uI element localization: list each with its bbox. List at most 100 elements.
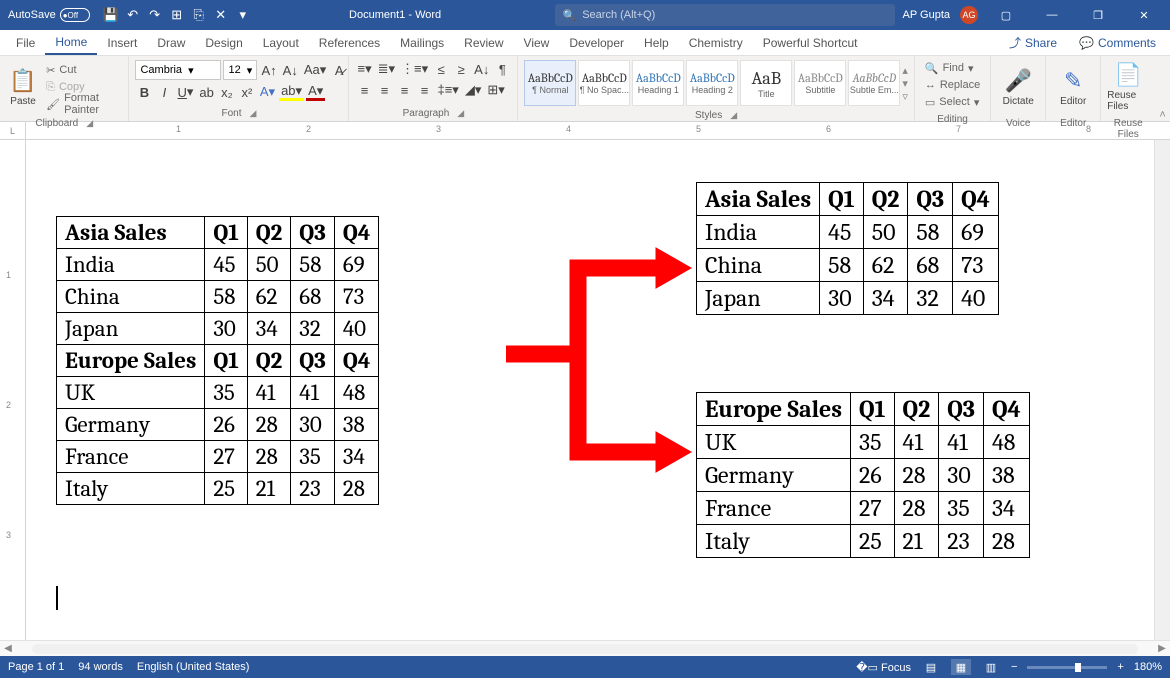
style-heading1[interactable]: AaBbCcDHeading 1 (632, 60, 684, 106)
maximize-icon[interactable]: ❐ (1080, 0, 1116, 30)
style-heading2[interactable]: AaBbCcDHeading 2 (686, 60, 738, 106)
ruler-horizontal[interactable]: 1 2 3 4 5 6 7 8 (26, 122, 1170, 139)
europe-header[interactable]: Europe Sales (57, 345, 205, 377)
language-indicator[interactable]: English (United States) (137, 661, 250, 673)
share-button[interactable]: ⤴Share (1001, 34, 1065, 51)
tab-mailings[interactable]: Mailings (390, 30, 454, 55)
style-normal[interactable]: AaBbCcD¶ Normal (524, 60, 576, 106)
tab-review[interactable]: Review (454, 30, 513, 55)
ruler-vertical[interactable]: 1 2 3 (0, 140, 26, 640)
style-subtitle[interactable]: AaBbCcDSubtitle (794, 60, 846, 106)
zoom-slider[interactable] (1027, 666, 1107, 669)
paragraph-launcher-icon[interactable]: ◢ (457, 108, 464, 119)
paste-button[interactable]: 📋Paste (6, 60, 40, 114)
reuse-button[interactable]: 📄Reuse Files (1107, 60, 1149, 114)
web-layout-icon[interactable]: ▥ (981, 659, 1001, 675)
font-name-select[interactable]: Cambria▾ (135, 60, 221, 80)
europe-sales-table[interactable]: Europe SalesQ1Q2Q3Q4 UK35414148 Germany2… (696, 392, 1030, 558)
zoom-out-icon[interactable]: − (1011, 661, 1017, 673)
superscript-icon[interactable]: x² (238, 83, 256, 101)
avatar[interactable]: AG (960, 6, 978, 24)
scroll-right-icon[interactable]: ▶ (1154, 643, 1170, 654)
multilevel-icon[interactable]: ⋮≡▾ (399, 60, 430, 78)
italic-icon[interactable]: I (155, 83, 173, 101)
comments-button[interactable]: 💬Comments (1071, 36, 1164, 50)
strikethrough-icon[interactable]: ab (197, 83, 215, 101)
line-spacing-icon[interactable]: ‡≡▾ (435, 81, 460, 99)
tab-layout[interactable]: Layout (253, 30, 309, 55)
align-center-icon[interactable]: ≡ (375, 81, 393, 99)
word-count[interactable]: 94 words (78, 661, 123, 673)
qat-more-icon[interactable]: ▾ (236, 8, 250, 22)
align-left-icon[interactable]: ≡ (355, 81, 373, 99)
search-box[interactable]: 🔍 Search (Alt+Q) (555, 4, 895, 26)
subscript-icon[interactable]: x₂ (218, 83, 236, 101)
dictate-button[interactable]: 🎤Dictate (997, 60, 1039, 114)
select-button[interactable]: ▭Select▾ (921, 94, 984, 110)
replace-button[interactable]: ↔Replace (921, 77, 984, 93)
grow-font-icon[interactable]: A↑ (259, 61, 278, 79)
qat-close-icon[interactable]: ✕ (214, 8, 228, 22)
autosave-switch[interactable]: ● Off (60, 8, 90, 22)
tab-home[interactable]: Home (45, 30, 97, 55)
tab-references[interactable]: References (309, 30, 390, 55)
vertical-scrollbar[interactable] (1154, 140, 1170, 640)
scroll-left-icon[interactable]: ◀ (0, 643, 16, 654)
tab-developer[interactable]: Developer (559, 30, 634, 55)
combined-sales-table[interactable]: Asia SalesQ1Q2Q3Q4 India45505869 China58… (56, 216, 379, 505)
align-right-icon[interactable]: ≡ (395, 81, 413, 99)
underline-icon[interactable]: U▾ (175, 83, 195, 101)
find-button[interactable]: 🔍Find▾ (921, 60, 984, 76)
borders-icon[interactable]: ⊞▾ (485, 81, 506, 99)
page-indicator[interactable]: Page 1 of 1 (8, 661, 64, 673)
tab-insert[interactable]: Insert (97, 30, 147, 55)
style-subtle-em[interactable]: AaBbCcDSubtle Em... (848, 60, 900, 106)
font-size-select[interactable]: 12▾ (223, 60, 257, 80)
save-icon[interactable]: 💾 (104, 8, 118, 22)
clear-format-icon[interactable]: A̷ (330, 61, 348, 79)
shrink-font-icon[interactable]: A↓ (281, 61, 300, 79)
tab-file[interactable]: File (6, 30, 45, 55)
tab-help[interactable]: Help (634, 30, 679, 55)
autosave-toggle[interactable]: AutoSave ● Off (0, 8, 98, 22)
format-painter-button[interactable]: 🖌Format Painter (42, 96, 122, 112)
tab-draw[interactable]: Draw (147, 30, 195, 55)
sort-icon[interactable]: A↓ (472, 60, 491, 78)
show-marks-icon[interactable]: ¶ (493, 60, 511, 78)
highlight-icon[interactable]: ab▾ (279, 83, 304, 101)
qat-icon-1[interactable]: ⊞ (170, 8, 184, 22)
styles-more[interactable]: ▴▾▿ (902, 64, 908, 103)
decrease-indent-icon[interactable]: ≤ (432, 60, 450, 78)
style-title[interactable]: AaBTitle (740, 60, 792, 106)
page[interactable]: Asia SalesQ1Q2Q3Q4 India45505869 China58… (26, 140, 1170, 640)
close-icon[interactable]: ✕ (1126, 0, 1162, 30)
tab-design[interactable]: Design (195, 30, 252, 55)
qat-icon-2[interactable]: ⎘ (192, 8, 206, 22)
bullets-icon[interactable]: ≡▾ (355, 60, 373, 78)
zoom-level[interactable]: 180% (1134, 661, 1162, 673)
user-name[interactable]: AP Gupta (903, 9, 951, 21)
ribbon-display-icon[interactable]: ▢ (988, 0, 1024, 30)
horizontal-scrollbar[interactable]: ◀ ▶ (0, 640, 1170, 656)
styles-launcher-icon[interactable]: ◢ (730, 110, 737, 121)
bold-icon[interactable]: B (135, 83, 153, 101)
increase-indent-icon[interactable]: ≥ (452, 60, 470, 78)
print-layout-icon[interactable]: ▦ (951, 659, 971, 675)
tab-view[interactable]: View (514, 30, 560, 55)
zoom-in-icon[interactable]: + (1117, 661, 1123, 673)
font-launcher-icon[interactable]: ◢ (250, 108, 257, 119)
shading-icon[interactable]: ◢▾ (463, 81, 484, 99)
font-color-icon[interactable]: A▾ (306, 83, 325, 101)
undo-icon[interactable]: ↶ (126, 8, 140, 22)
collapse-ribbon-icon[interactable]: ˄ (1155, 56, 1170, 121)
cut-button[interactable]: ✂Cut (42, 62, 122, 78)
read-mode-icon[interactable]: ▤ (921, 659, 941, 675)
redo-icon[interactable]: ↷ (148, 8, 162, 22)
tab-powerful-shortcut[interactable]: Powerful Shortcut (753, 30, 868, 55)
tab-chemistry[interactable]: Chemistry (679, 30, 753, 55)
editor-button[interactable]: ✎Editor (1052, 60, 1094, 114)
text-effects-icon[interactable]: A▾ (258, 83, 277, 101)
change-case-icon[interactable]: Aa▾ (302, 61, 328, 79)
asia-sales-table[interactable]: Asia SalesQ1Q2Q3Q4 India45505869 China58… (696, 182, 999, 315)
minimize-icon[interactable]: — (1034, 0, 1070, 30)
